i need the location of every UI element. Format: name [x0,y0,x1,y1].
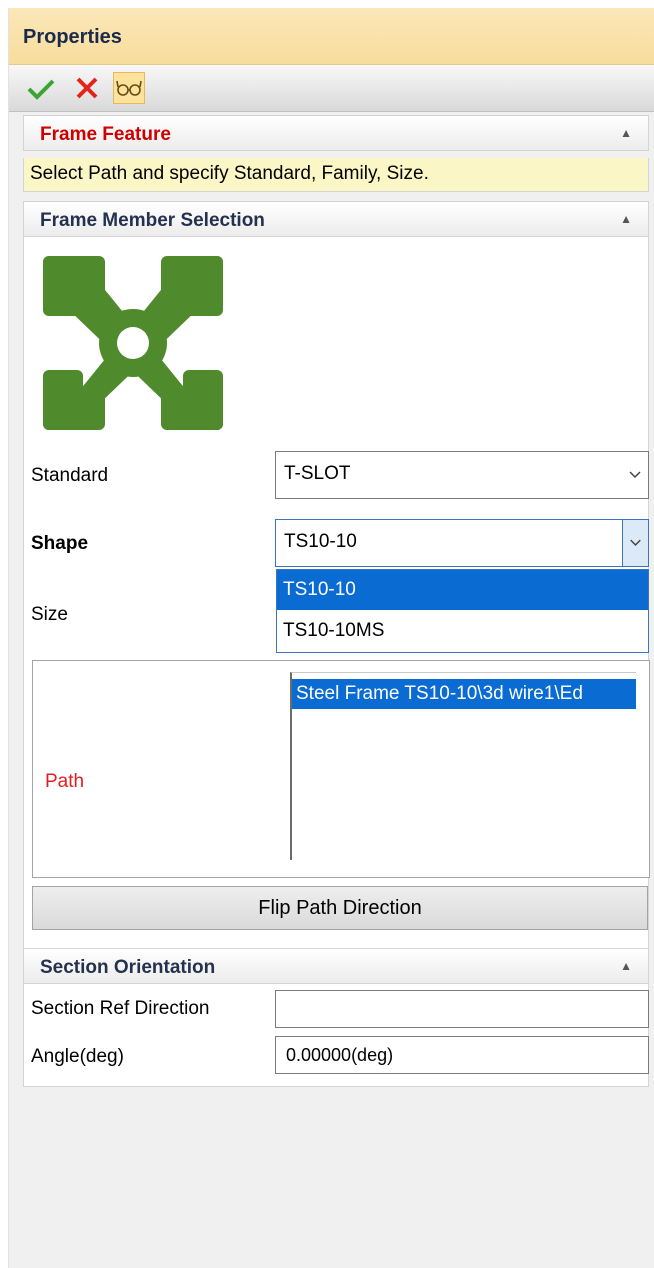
frame-feature-hint: Select Path and specify Standard, Family… [23,158,649,192]
close-icon[interactable] [71,72,103,104]
collapse-caret-icon[interactable]: ▲ [620,126,632,140]
frame-feature-title: Frame Feature [40,124,171,145]
path-item-text: Steel Frame TS10-10\3d wire1\Ed [296,683,583,704]
angle-value: 0.00000(deg) [286,1045,394,1065]
shape-label: Shape [31,533,89,554]
flip-path-direction-button[interactable]: Flip Path Direction [32,886,648,930]
angle-input[interactable]: 0.00000(deg) [275,1036,649,1074]
shape-option[interactable]: TS10-10 [277,570,648,610]
size-label: Size [31,604,68,625]
shape-value: TS10-10 [284,531,357,552]
section-ref-direction-label: Section Ref Direction [31,998,210,1019]
shape-option-text: TS10-10MS [283,620,385,641]
standard-value: T-SLOT [284,463,351,484]
collapse-caret-icon[interactable]: ▲ [620,212,632,226]
shape-option-text: TS10-10 [283,579,356,600]
shape-select[interactable]: TS10-10 [275,519,649,567]
glasses-icon[interactable] [113,72,145,104]
properties-toolbar [9,65,654,112]
chevron-down-icon[interactable] [622,452,648,498]
path-listbox[interactable]: Steel Frame TS10-10\3d wire1\Ed [290,672,636,860]
properties-panel: Properties Frame Feature ▲ Select Path a… [8,8,654,1268]
tslot-profile-icon [43,256,223,430]
chevron-down-icon[interactable] [622,520,648,566]
section-orientation-header[interactable]: Section Orientation ▲ [23,948,649,984]
frame-member-header[interactable]: Frame Member Selection ▲ [23,201,649,237]
panel-title: Properties [23,26,122,48]
standard-select[interactable]: T-SLOT [275,451,649,499]
path-label: Path [45,771,85,792]
section-ref-direction-input[interactable] [275,990,649,1028]
section-orientation-title: Section Orientation [40,957,216,978]
check-icon[interactable] [25,72,57,104]
collapse-caret-icon[interactable]: ▲ [620,959,632,973]
shape-option[interactable]: TS10-10MS [277,611,648,651]
frame-member-title: Frame Member Selection [40,210,265,231]
angle-label: Angle(deg) [31,1046,124,1067]
standard-label: Standard [31,465,109,486]
shape-dropdown[interactable]: TS10-10 TS10-10MS [276,569,649,653]
frame-feature-header[interactable]: Frame Feature ▲ [23,115,649,151]
properties-titlebar: Properties [9,8,654,65]
path-list-item[interactable]: Steel Frame TS10-10\3d wire1\Ed [292,679,636,709]
